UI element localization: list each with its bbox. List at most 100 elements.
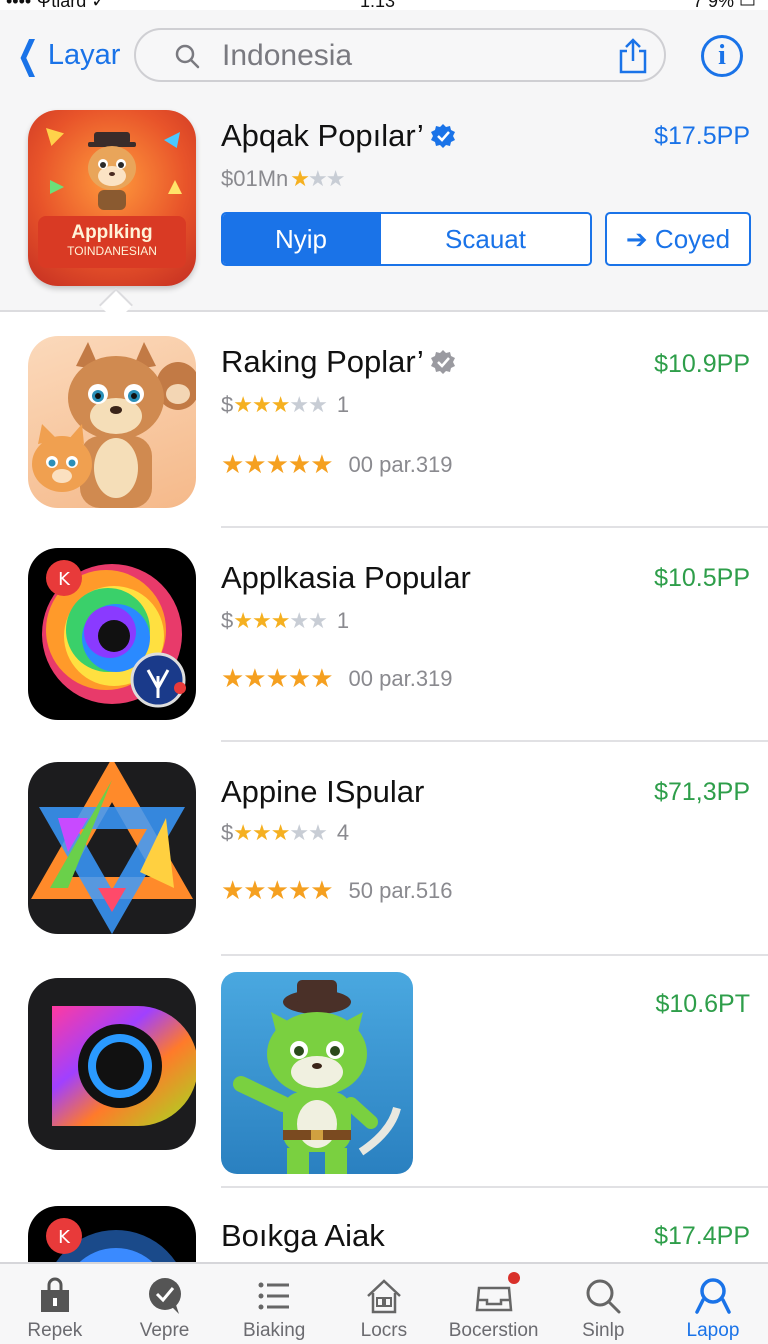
search-icon	[175, 44, 200, 69]
cartoon-green-cat-icon	[233, 980, 401, 1174]
row-divider	[221, 1186, 768, 1188]
search-icon	[586, 1279, 621, 1314]
app-title: Raking Poplar’	[221, 344, 456, 380]
status-bar: •••• Ψtlard ✓ 1:13 7 9% ▭	[0, 0, 768, 11]
tab-locrs[interactable]: Locrs	[329, 1264, 439, 1344]
tab-sinlp[interactable]: Sinlp	[548, 1264, 658, 1344]
rating-prefix: $	[221, 820, 234, 845]
app-review-summary: ★★★★★ 50 par.516	[221, 876, 453, 906]
verified-badge-icon	[430, 350, 455, 374]
back-button[interactable]: ❮ Layar	[12, 33, 121, 77]
confetti-shape	[168, 180, 182, 194]
list-icon	[258, 1282, 290, 1310]
star-on: ★	[290, 166, 310, 192]
copy-button[interactable]: ➔ Coyed	[605, 212, 751, 266]
app-title-text: Raking Poplar’	[221, 344, 424, 379]
review-count: 50 par.516	[348, 878, 453, 903]
star-on: ★★★	[233, 392, 290, 418]
app-rating: $ ★★★★★ 1	[221, 608, 349, 634]
chat-icon	[148, 1278, 181, 1314]
app-row[interactable]: K Applkasia Popular $10.5PP $ ★★★★★ 1 ★★…	[0, 530, 768, 742]
tab-vepre[interactable]: Vepre	[110, 1264, 220, 1344]
featured-icon-banner: Applking TOINDANESIAN	[38, 216, 186, 268]
confetti-shape	[50, 180, 64, 194]
back-button-label: Layar	[47, 38, 121, 71]
featured-app-header: Applking TOINDANESIAN Aþqak Popılar’ $17…	[0, 102, 768, 312]
info-icon[interactable]: i	[701, 35, 743, 77]
svg-text:K: K	[58, 569, 71, 590]
tab-label: Lapop	[686, 1320, 740, 1341]
app-price[interactable]: $10.9PP	[654, 350, 750, 379]
app-icon	[28, 336, 196, 508]
app-review-summary: ★★★★★ 00 par.319	[221, 450, 453, 480]
app-title-text: Appine ISpular	[221, 774, 425, 809]
five-star-icon: ★★★★★	[221, 450, 334, 480]
row-divider	[221, 954, 768, 956]
row-divider	[221, 526, 768, 528]
rainbow-ring-icon	[52, 1006, 196, 1126]
tab-bar: Repek Vepre Biaking Locrs Bocerstion Sin…	[0, 1262, 768, 1344]
svg-text:K: K	[58, 1227, 71, 1248]
review-count: 00 par.319	[348, 666, 453, 691]
segment-scauat[interactable]: Scauat	[379, 214, 590, 264]
notification-badge	[508, 1272, 521, 1284]
app-row[interactable]: Appine ISpular $71,3PP $ ★★★★★ 4 ★★★★★ 5…	[0, 744, 768, 956]
cartoon-animals-icon	[32, 342, 196, 508]
house-icon	[367, 1279, 401, 1314]
search-field[interactable]	[134, 28, 666, 82]
app-row[interactable]: $10.6PT	[0, 958, 768, 1188]
featured-rating-stars: ★★★	[290, 166, 345, 192]
bag-icon	[40, 1277, 69, 1312]
tab-repek[interactable]: Repek	[0, 1264, 110, 1344]
tab-bocerstion[interactable]: Bocerstion	[439, 1264, 549, 1344]
tab-label: Sinlp	[582, 1320, 625, 1341]
app-title-text: Applkasia Popular	[221, 560, 471, 595]
tab-biaking[interactable]: Biaking	[219, 1264, 329, 1344]
tab-label: Repek	[27, 1320, 83, 1341]
chevron-left-icon: ❮	[16, 33, 40, 77]
app-price[interactable]: $17.4PP	[654, 1222, 750, 1251]
triangle-star-icon	[31, 762, 193, 934]
app-title: Boıkga Aiak	[221, 1218, 385, 1254]
featured-app-icon[interactable]: Applking TOINDANESIAN	[28, 110, 196, 286]
app-price[interactable]: $10.5PP	[654, 564, 750, 593]
confetti-shape	[164, 132, 180, 148]
star-off: ★★	[289, 608, 327, 634]
verified-badge-icon	[430, 124, 455, 148]
rating-prefix: $	[221, 392, 234, 417]
app-row[interactable]: K Boıkga Aiak $17.4PP	[0, 1190, 768, 1262]
app-row[interactable]: Raking Poplar’ $10.9PP $ ★★★★★ 1 ★★★★★ 0…	[0, 318, 768, 530]
rating-stars: ★★★★★	[233, 820, 328, 846]
five-star-icon: ★★★★★	[221, 876, 334, 906]
app-title-text: Boıkga Aiak	[221, 1218, 385, 1253]
segmented-control: Nyip Scauat	[221, 212, 592, 266]
tab-lapop[interactable]: Lapop	[658, 1264, 768, 1344]
segment-nyip[interactable]: Nyip	[223, 214, 379, 264]
review-count: 00 par.319	[348, 452, 453, 477]
rating-stars: ★★★★★	[233, 608, 328, 634]
app-price[interactable]: $71,3PP	[654, 778, 750, 807]
star-off: ★★	[308, 166, 345, 192]
featured-subtitle: $01Mn ★★★	[221, 166, 345, 192]
tab-label: Locrs	[360, 1320, 408, 1341]
featured-icon-title: Applking	[71, 222, 153, 243]
app-title: Applkasia Popular	[221, 560, 471, 596]
app-icon	[28, 762, 196, 934]
app-title: Appine ISpular	[221, 774, 424, 810]
featured-title-text: Aþqak Popılar’	[221, 118, 424, 153]
share-icon[interactable]	[616, 38, 650, 74]
app-icon: K	[28, 1206, 196, 1262]
star-off: ★★	[289, 820, 327, 846]
rating-prefix: $	[221, 608, 234, 633]
featured-price[interactable]: $17.5PP	[654, 122, 750, 151]
five-star-icon: ★★★★★	[221, 664, 334, 694]
app-price[interactable]: $10.6PT	[655, 990, 750, 1019]
rating-stars: ★★★★★	[233, 392, 328, 418]
tab-label: Vepre	[139, 1320, 190, 1341]
star-off: ★★	[289, 392, 327, 418]
row-divider	[221, 740, 768, 742]
navigation-bar: ❮ Layar i	[0, 10, 768, 102]
search-input[interactable]	[222, 38, 602, 74]
rating-count: 4	[336, 820, 350, 845]
rating-count: 1	[336, 392, 350, 417]
